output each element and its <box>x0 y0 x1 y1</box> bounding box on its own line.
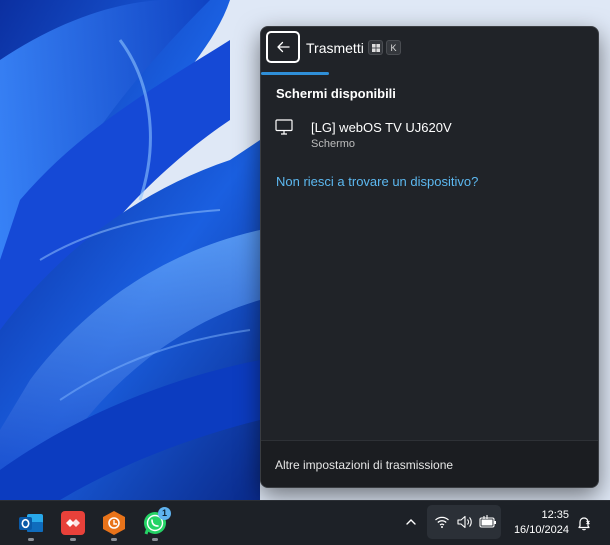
outlook-icon <box>19 514 43 532</box>
outlook-running-indicator <box>28 538 34 541</box>
panel-header: Trasmetti K <box>261 27 598 77</box>
panel-title: Trasmetti <box>306 40 364 56</box>
outlook-app-button[interactable] <box>18 510 44 536</box>
k-key-badge: K <box>386 40 401 55</box>
chevron-up-icon[interactable] <box>404 515 418 529</box>
volume-icon <box>457 515 472 529</box>
taskbar: 1 12:35 16/10/2024 <box>0 500 610 545</box>
arrow-left-icon <box>277 41 290 53</box>
section-title: Schermi disponibili <box>276 86 396 101</box>
accent-indicator <box>261 72 329 75</box>
bell-icon[interactable] <box>576 515 592 531</box>
hexagon-app-button[interactable] <box>101 510 127 536</box>
hexagon-app-running-indicator <box>111 538 117 541</box>
anydesk-icon <box>61 511 85 535</box>
device-item[interactable]: [LG] webOS TV UJ620V Schermo <box>271 113 588 153</box>
windows-logo-icon <box>371 44 380 52</box>
whatsapp-notification-badge: 1 <box>158 507 171 520</box>
clock-date: 16/10/2024 <box>513 524 569 536</box>
quick-settings-button[interactable] <box>427 505 501 539</box>
cast-panel: Trasmetti K Schermi disponibili [LG] web… <box>260 26 599 488</box>
anydesk-running-indicator <box>70 538 76 541</box>
windows-key-badge <box>368 40 383 55</box>
cannot-find-device-link[interactable]: Non riesci a trovare un dispositivo? <box>276 174 478 189</box>
more-cast-settings-link[interactable]: Altre impostazioni di trasmissione <box>275 458 453 472</box>
anydesk-app-button[interactable] <box>60 510 86 536</box>
device-type: Schermo <box>311 138 356 150</box>
back-button[interactable] <box>266 31 300 63</box>
clock[interactable]: 12:35 16/10/2024 <box>514 508 569 538</box>
wifi-icon <box>435 516 449 528</box>
device-name: [LG] webOS TV UJ620V <box>311 120 452 135</box>
clock-time: 12:35 <box>541 509 569 521</box>
battery-icon <box>479 515 496 528</box>
panel-footer: Altre impostazioni di trasmissione <box>261 440 598 487</box>
whatsapp-running-indicator <box>152 538 158 541</box>
hexagon-app-icon <box>103 511 125 535</box>
monitor-icon <box>275 119 293 135</box>
